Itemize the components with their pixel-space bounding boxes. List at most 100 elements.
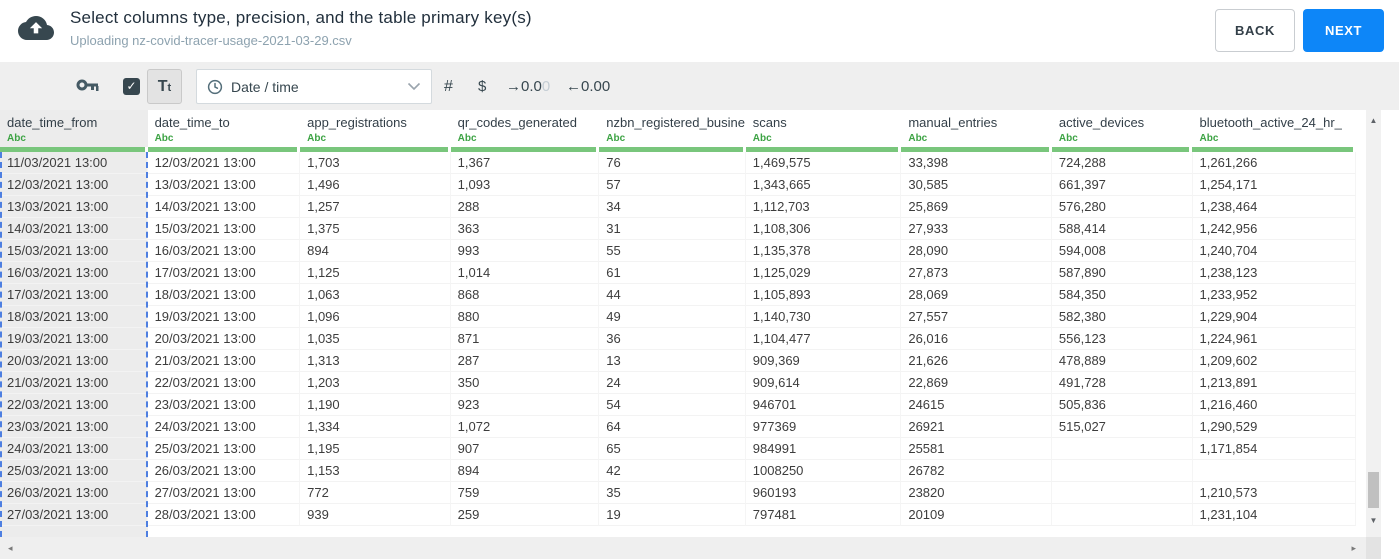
table-cell[interactable]: 960193 (745, 482, 902, 504)
table-cell[interactable]: 1,125 (300, 262, 451, 284)
table-cell[interactable]: 478,889 (1051, 350, 1193, 372)
table-cell[interactable]: 259 (450, 504, 600, 526)
column-header-qr_codes_generated[interactable]: qr_codes_generated Abc (450, 110, 600, 147)
table-cell[interactable]: 946701 (745, 394, 902, 416)
table-cell[interactable]: 27,557 (901, 306, 1052, 328)
table-cell[interactable]: 584,350 (1051, 284, 1193, 306)
table-cell[interactable]: 34 (599, 196, 746, 218)
table-cell[interactable]: 1,290,529 (1192, 416, 1357, 438)
table-cell[interactable]: 30,585 (901, 174, 1052, 196)
table-cell[interactable]: 1,104,477 (745, 328, 902, 350)
table-cell[interactable]: 23820 (901, 482, 1052, 504)
table-cell[interactable]: 36 (599, 328, 746, 350)
table-cell[interactable]: 24/03/2021 13:00 (147, 416, 301, 438)
table-cell[interactable]: 1,469,575 (745, 152, 902, 174)
table-cell[interactable]: 55 (599, 240, 746, 262)
table-cell[interactable]: 287 (450, 350, 600, 372)
table-cell[interactable]: 26/03/2021 13:00 (0, 482, 148, 504)
table-cell[interactable]: 1,216,460 (1192, 394, 1357, 416)
table-cell[interactable] (1051, 504, 1193, 526)
table-cell[interactable]: 1,224,961 (1192, 328, 1357, 350)
table-cell[interactable]: 25/03/2021 13:00 (0, 460, 148, 482)
vertical-scrollbar-thumb[interactable] (1368, 472, 1379, 508)
table-cell[interactable]: 19 (599, 504, 746, 526)
table-cell[interactable]: 556,123 (1051, 328, 1193, 350)
table-cell[interactable]: 582,380 (1051, 306, 1193, 328)
scroll-down-icon[interactable]: ▼ (1366, 516, 1381, 525)
column-header-active_devices[interactable]: active_devices Abc (1051, 110, 1193, 147)
scroll-right-icon[interactable]: ▸ (1351, 537, 1356, 559)
table-cell[interactable]: 1,703 (300, 152, 451, 174)
table-cell[interactable]: 1,171,854 (1192, 438, 1357, 460)
table-cell[interactable]: 939 (300, 504, 451, 526)
table-cell[interactable]: 772 (300, 482, 451, 504)
table-cell[interactable]: 26782 (901, 460, 1052, 482)
table-cell[interactable]: 515,027 (1051, 416, 1193, 438)
table-cell[interactable]: 1,313 (300, 350, 451, 372)
table-cell[interactable]: 14/03/2021 13:00 (0, 218, 148, 240)
column-header-nzbn_registered_busine[interactable]: nzbn_registered_busine Abc (599, 110, 746, 147)
column-header-manual_entries[interactable]: manual_entries Abc (901, 110, 1052, 147)
table-cell[interactable]: 1,238,464 (1192, 196, 1357, 218)
table-cell[interactable]: 1,112,703 (745, 196, 902, 218)
table-cell[interactable]: 15/03/2021 13:00 (147, 218, 301, 240)
table-cell[interactable]: 1,496 (300, 174, 451, 196)
table-cell[interactable]: 1,257 (300, 196, 451, 218)
horizontal-scrollbar[interactable]: ◂ ▸ (0, 537, 1366, 559)
table-cell[interactable]: 22/03/2021 13:00 (147, 372, 301, 394)
currency-type-button[interactable]: $ (478, 69, 486, 104)
table-cell[interactable]: 21,626 (901, 350, 1052, 372)
table-cell[interactable]: 1,209,602 (1192, 350, 1357, 372)
table-cell[interactable]: 13 (599, 350, 746, 372)
table-cell[interactable]: 24615 (901, 394, 1052, 416)
next-button[interactable]: NEXT (1303, 9, 1384, 52)
table-cell[interactable]: 505,836 (1051, 394, 1193, 416)
table-cell[interactable] (1051, 482, 1193, 504)
table-cell[interactable]: 1,153 (300, 460, 451, 482)
table-cell[interactable]: 44 (599, 284, 746, 306)
table-cell[interactable]: 13/03/2021 13:00 (0, 196, 148, 218)
table-cell[interactable]: 909,614 (745, 372, 902, 394)
table-cell[interactable]: 871 (450, 328, 600, 350)
table-cell[interactable]: 1,096 (300, 306, 451, 328)
column-enabled-checkbox[interactable]: ✓ (123, 78, 140, 95)
scroll-up-icon[interactable]: ▲ (1366, 116, 1381, 125)
table-cell[interactable]: 1,231,104 (1192, 504, 1357, 526)
table-cell[interactable]: 20109 (901, 504, 1052, 526)
table-cell[interactable]: 1,375 (300, 218, 451, 240)
table-cell[interactable]: 27,933 (901, 218, 1052, 240)
table-cell[interactable]: 16/03/2021 13:00 (147, 240, 301, 262)
table-cell[interactable]: 350 (450, 372, 600, 394)
table-cell[interactable]: 759 (450, 482, 600, 504)
table-cell[interactable]: 1,367 (450, 152, 600, 174)
table-cell[interactable] (1192, 460, 1357, 482)
table-cell[interactable]: 14/03/2021 13:00 (147, 196, 301, 218)
table-cell[interactable]: 33,398 (901, 152, 1052, 174)
table-cell[interactable]: 12/03/2021 13:00 (147, 152, 301, 174)
table-cell[interactable]: 1,254,171 (1192, 174, 1357, 196)
table-cell[interactable]: 31 (599, 218, 746, 240)
table-cell[interactable]: 18/03/2021 13:00 (0, 306, 148, 328)
table-cell[interactable]: 1,125,029 (745, 262, 902, 284)
table-cell[interactable]: 1008250 (745, 460, 902, 482)
table-cell[interactable]: 1,105,893 (745, 284, 902, 306)
table-cell[interactable]: 984991 (745, 438, 902, 460)
table-cell[interactable]: 21/03/2021 13:00 (147, 350, 301, 372)
table-cell[interactable]: 1,229,904 (1192, 306, 1357, 328)
vertical-scrollbar[interactable]: ▲ ▼ (1366, 110, 1381, 537)
table-cell[interactable]: 1,334 (300, 416, 451, 438)
table-cell[interactable]: 909,369 (745, 350, 902, 372)
back-button[interactable]: BACK (1215, 9, 1295, 52)
table-cell[interactable]: 1,238,123 (1192, 262, 1357, 284)
table-cell[interactable]: 1,203 (300, 372, 451, 394)
scroll-left-icon[interactable]: ◂ (8, 537, 13, 559)
table-cell[interactable]: 27/03/2021 13:00 (147, 482, 301, 504)
table-cell[interactable]: 923 (450, 394, 600, 416)
table-cell[interactable]: 35 (599, 482, 746, 504)
table-cell[interactable]: 977369 (745, 416, 902, 438)
table-cell[interactable]: 576,280 (1051, 196, 1193, 218)
table-cell[interactable]: 724,288 (1051, 152, 1193, 174)
table-cell[interactable]: 26/03/2021 13:00 (147, 460, 301, 482)
table-cell[interactable]: 363 (450, 218, 600, 240)
table-cell[interactable]: 1,072 (450, 416, 600, 438)
